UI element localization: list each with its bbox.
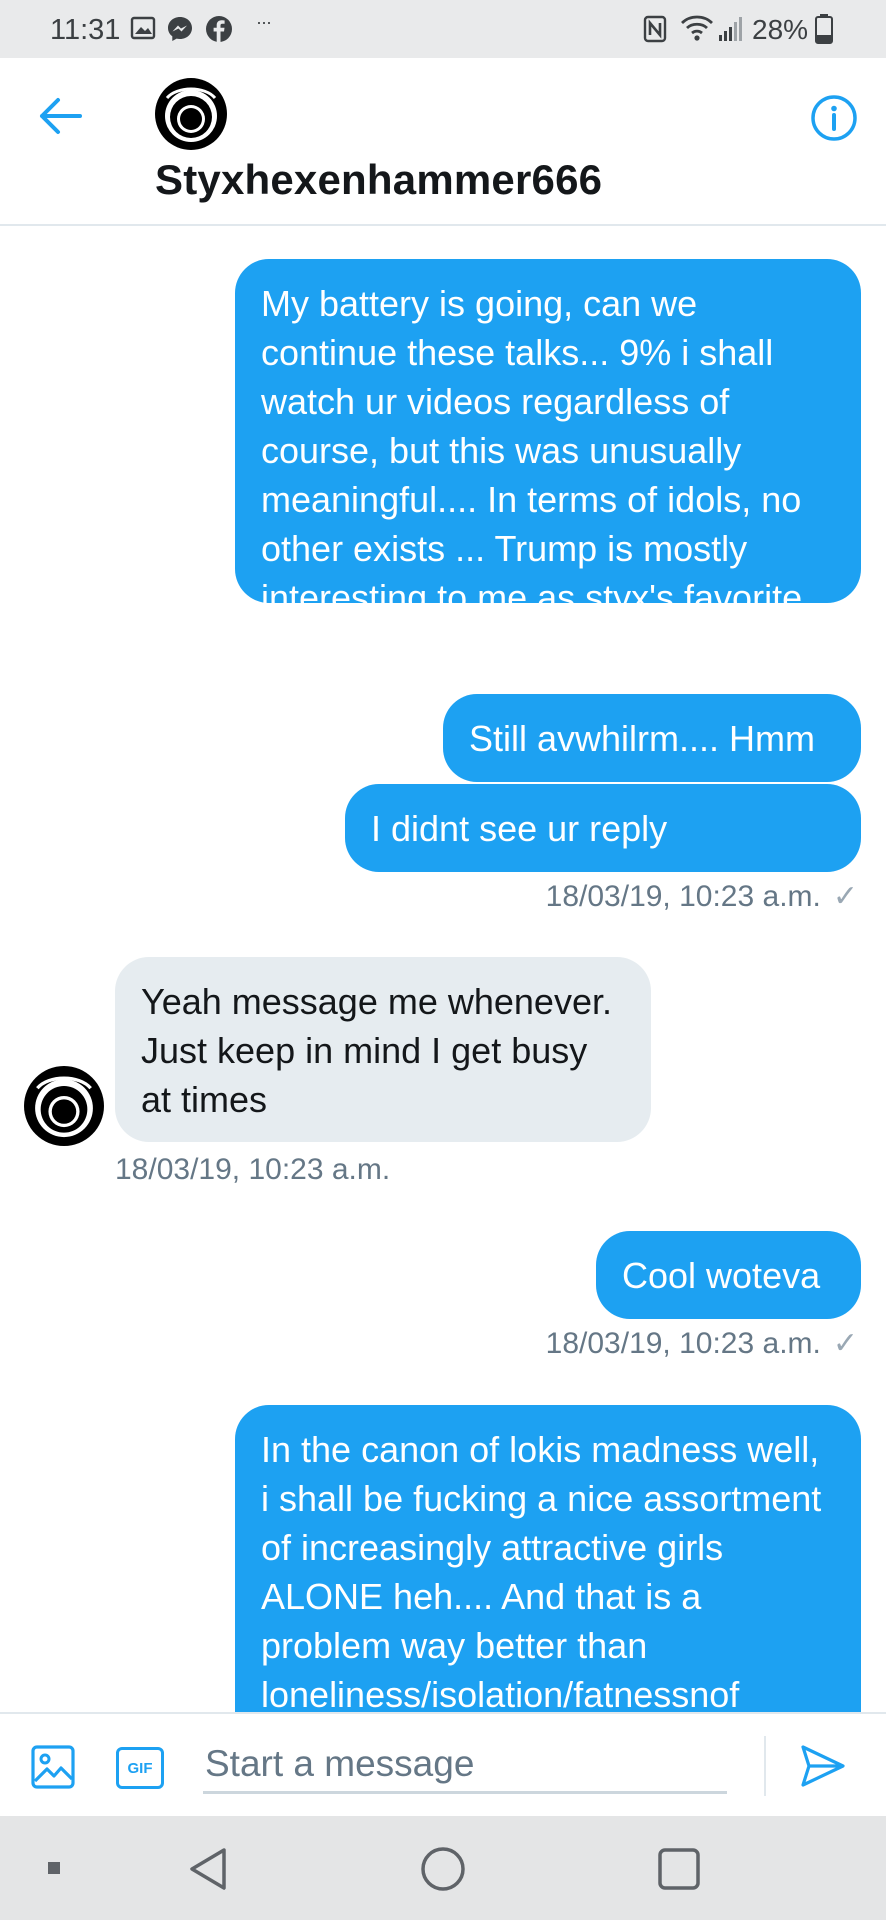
status-time: 11:31 xyxy=(50,14,121,46)
message-composer: GIF xyxy=(0,1712,886,1816)
contact-name[interactable]: Styxhexenhammer666 xyxy=(155,156,602,204)
message-input[interactable] xyxy=(203,1736,727,1794)
message-timestamp: 18/03/19, 10:23 a.m. xyxy=(115,1153,391,1186)
home-circle-icon[interactable] xyxy=(420,1846,466,1892)
message-timestamp: 18/03/19, 10:23 a.m. ✓ xyxy=(545,1327,858,1360)
message-timestamp: 18/03/19, 10:23 a.m. ✓ xyxy=(545,880,858,913)
status-bar: 11:31 ··· 28% xyxy=(0,0,886,58)
gallery-icon xyxy=(130,16,156,40)
back-arrow-icon[interactable] xyxy=(38,96,84,136)
message-list[interactable]: My battery is going, can we continue the… xyxy=(0,228,886,1712)
info-icon[interactable] xyxy=(810,94,858,142)
gif-button[interactable]: GIF xyxy=(116,1747,164,1789)
message-bubble-sent[interactable]: I didnt see ur reply xyxy=(345,784,861,872)
system-navigation-bar xyxy=(0,1816,886,1920)
overview-square-icon[interactable] xyxy=(656,1846,702,1892)
conversation-header: Styxhexenhammer666 xyxy=(0,58,886,226)
message-bubble-sent[interactable]: In the canon of lokis madness well, i sh… xyxy=(235,1405,861,1712)
more-notifications-icon: ··· xyxy=(256,12,272,32)
message-bubble-sent[interactable]: Still avwhilrm.... Hmm xyxy=(443,694,861,782)
signal-icon xyxy=(719,17,742,41)
avatar-ring-icon[interactable] xyxy=(155,78,227,150)
send-icon[interactable] xyxy=(800,1744,846,1788)
message-bubble-received[interactable]: Yeah message me whenever. Just keep in m… xyxy=(115,957,651,1142)
facebook-icon xyxy=(206,16,232,42)
battery-icon xyxy=(815,14,833,44)
sender-avatar-icon[interactable] xyxy=(24,1066,104,1146)
read-check-icon: ✓ xyxy=(832,1327,858,1360)
composer-divider xyxy=(764,1736,766,1796)
message-bubble-sent[interactable]: Cool woteva xyxy=(596,1231,861,1319)
battery-percentage: 28% xyxy=(752,14,809,45)
message-bubble-sent[interactable]: My battery is going, can we continue the… xyxy=(235,259,861,667)
recents-dot-icon[interactable] xyxy=(47,1861,61,1875)
read-check-icon: ✓ xyxy=(832,880,858,913)
messenger-icon xyxy=(168,17,192,41)
back-triangle-icon[interactable] xyxy=(186,1846,230,1892)
nfc-icon xyxy=(643,15,667,43)
image-icon[interactable] xyxy=(30,1744,76,1790)
wifi-icon xyxy=(681,15,713,41)
